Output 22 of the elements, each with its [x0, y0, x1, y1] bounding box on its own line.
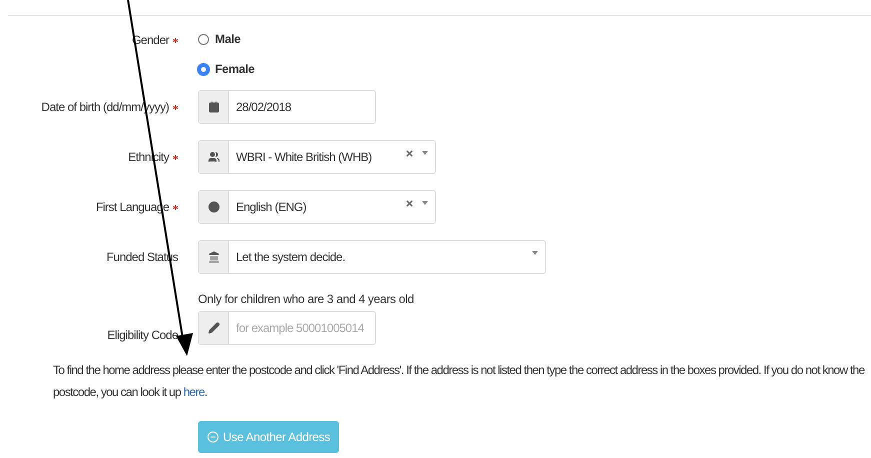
calendar-icon: [208, 101, 220, 113]
bank-icon: [208, 251, 220, 263]
select-field[interactable]: WBRI - White British (WHB): [198, 140, 436, 174]
radio-button[interactable]: [198, 34, 209, 44]
here-link[interactable]: here: [183, 385, 204, 399]
minus-circle-icon: [207, 431, 219, 443]
radio-label: Female: [215, 61, 255, 78]
dropdown-caret-icon[interactable]: [422, 151, 428, 155]
input-field[interactable]: 28/02/2018: [198, 90, 376, 124]
radio-label: Male: [215, 31, 240, 48]
radio-button[interactable]: [198, 64, 209, 74]
dropdown-caret-icon[interactable]: [422, 201, 428, 205]
pencil-icon: [208, 322, 220, 334]
people-icon: [208, 151, 220, 163]
address-instructions: To find the home address please enter the postcode and click 'Find Address'. If the address is not listed then type the correct address in the boxes provided. If you do not know the postcode, you can look it up here.: [53, 362, 866, 401]
field-label: Eligibility Code: [107, 328, 178, 342]
dropdown-caret-icon[interactable]: [532, 251, 538, 255]
select-field[interactable]: English (ENG): [198, 190, 436, 224]
clear-icon[interactable]: [405, 148, 414, 158]
clear-icon[interactable]: [405, 198, 414, 208]
help-text: Only for children who are 3 and 4 years old: [198, 291, 414, 308]
select-field[interactable]: Let the system decide.: [198, 240, 546, 274]
